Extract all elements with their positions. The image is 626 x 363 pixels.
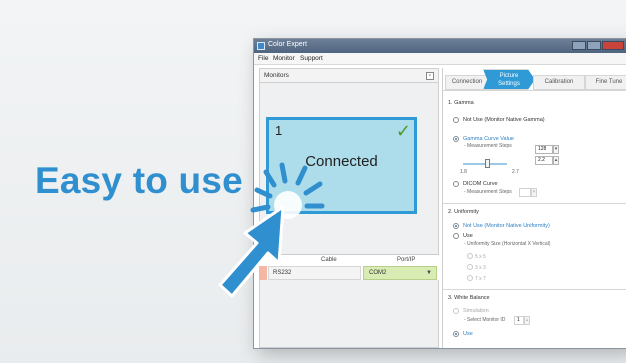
settings-tabs: Connection Picture Settings Calibration … bbox=[443, 68, 626, 90]
uniformity-not-use-label: Not Use (Monitor Native Uniformity) bbox=[463, 223, 550, 229]
monitors-title: Monitors bbox=[264, 72, 289, 79]
app-window: Color Expert File Monitor Support Monito… bbox=[254, 39, 626, 348]
cable-select[interactable]: RS232 ▼ bbox=[268, 266, 371, 280]
port-value: COM2 bbox=[369, 270, 387, 276]
cable-value: RS232 bbox=[273, 270, 292, 276]
checkmark-icon: ✓ bbox=[395, 121, 411, 141]
select-monitor-spinner[interactable]: ▴ bbox=[524, 316, 530, 325]
settings-body: 1. Gamma Not Use (Monitor Native Gamma) … bbox=[443, 90, 626, 348]
uniformity-section-title: 2. Uniformity bbox=[448, 209, 479, 215]
size-7x7-radio[interactable] bbox=[467, 275, 473, 281]
monitors-header: Monitors ▫ bbox=[260, 69, 438, 83]
uniformity-use-label: Use bbox=[463, 233, 473, 239]
section-divider bbox=[443, 203, 626, 204]
gamma-curve-radio[interactable] bbox=[453, 136, 459, 142]
size-3x3-radio[interactable] bbox=[467, 264, 473, 270]
port-select[interactable]: COM2 ▼ bbox=[363, 266, 437, 280]
row-marker bbox=[259, 266, 267, 280]
menu-bar: File Monitor Support bbox=[254, 53, 626, 65]
gamma-value-spinner[interactable]: ▴ bbox=[553, 156, 559, 165]
app-icon bbox=[257, 42, 265, 50]
monitor-tile[interactable]: 1 ✓ Connected bbox=[266, 117, 417, 214]
window-controls bbox=[571, 41, 624, 50]
gamma-value-field[interactable]: 2.2 bbox=[535, 156, 553, 165]
maximize-button[interactable] bbox=[587, 41, 601, 50]
monitor-status: Connected bbox=[305, 153, 378, 170]
uniformity-not-use-radio[interactable] bbox=[453, 223, 459, 229]
section-divider bbox=[443, 289, 626, 290]
tab-calibration[interactable]: Calibration bbox=[533, 75, 585, 90]
tab-picture-settings[interactable]: Picture Settings bbox=[483, 69, 535, 90]
white-balance-use-label: Use bbox=[463, 331, 473, 337]
dicom-steps-field[interactable] bbox=[519, 188, 531, 197]
gamma-native-radio[interactable] bbox=[453, 117, 459, 123]
uniformity-size-label: - Uniformity Size (Horizontal X Vertical… bbox=[464, 241, 551, 247]
chevron-down-icon: ▼ bbox=[426, 270, 432, 276]
tab-fine-tune[interactable]: Fine Tune bbox=[585, 75, 626, 90]
port-column-header: Port/IP bbox=[397, 257, 416, 263]
gamma-slider-min: 1.8 bbox=[460, 169, 467, 175]
monitor-number: 1 bbox=[275, 123, 283, 138]
gamma-steps-field[interactable]: 128 bbox=[535, 145, 553, 154]
dicom-steps-dropdown[interactable]: ▾ bbox=[531, 188, 537, 197]
simulation-radio[interactable] bbox=[453, 308, 459, 314]
connection-table: Cable Port/IP RS232 ▼ COM2 ▼ bbox=[259, 254, 439, 280]
menu-file[interactable]: File bbox=[258, 55, 268, 62]
select-monitor-field[interactable]: 1 bbox=[514, 316, 524, 325]
gamma-dicom-label: DICOM Curve bbox=[463, 181, 498, 187]
size-7x7-label: 7 x 7 bbox=[475, 276, 486, 282]
menu-support[interactable]: Support bbox=[300, 55, 323, 62]
select-monitor-label: - Select Monitor ID bbox=[464, 317, 506, 323]
white-balance-use-radio[interactable] bbox=[453, 331, 459, 337]
gamma-dicom-radio[interactable] bbox=[453, 181, 459, 187]
monitors-panel: Monitors ▫ 1 ✓ Connected bbox=[259, 68, 439, 348]
cable-column-header: Cable bbox=[321, 257, 337, 263]
size-5x5-radio[interactable] bbox=[467, 253, 473, 259]
size-3x3-label: 3 x 3 bbox=[475, 265, 486, 271]
close-button[interactable] bbox=[602, 41, 624, 50]
menu-monitor[interactable]: Monitor bbox=[273, 55, 295, 62]
gamma-section-title: 1. Gamma bbox=[448, 100, 474, 106]
table-row: RS232 ▼ COM2 ▼ bbox=[259, 266, 439, 280]
gamma-slider-max: 2.7 bbox=[512, 169, 519, 175]
minimize-button[interactable] bbox=[572, 41, 586, 50]
tab-connection[interactable]: Connection bbox=[445, 75, 489, 90]
gamma-slider-handle[interactable] bbox=[485, 159, 490, 168]
gamma-steps-label: - Measurement Steps bbox=[464, 143, 512, 149]
gamma-native-label: Not Use (Monitor Native Gamma) bbox=[463, 117, 545, 123]
easy-to-use-headline: Easy to use bbox=[35, 160, 243, 201]
simulation-label: Simulation bbox=[463, 308, 489, 314]
size-5x5-label: 5 x 5 bbox=[475, 254, 486, 260]
window-title: Color Expert bbox=[268, 41, 307, 48]
gamma-curve-label: Gamma Curve Value bbox=[463, 136, 514, 142]
uniformity-use-radio[interactable] bbox=[453, 233, 459, 239]
settings-panel: Connection Picture Settings Calibration … bbox=[442, 68, 626, 348]
gamma-steps-spinner[interactable]: ▾ bbox=[553, 145, 559, 154]
panel-options-icon[interactable]: ▫ bbox=[426, 72, 434, 80]
white-balance-section-title: 3. White Balance bbox=[448, 295, 490, 301]
dicom-steps-label: - Measurement Steps bbox=[464, 189, 512, 195]
title-bar: Color Expert bbox=[254, 39, 626, 53]
